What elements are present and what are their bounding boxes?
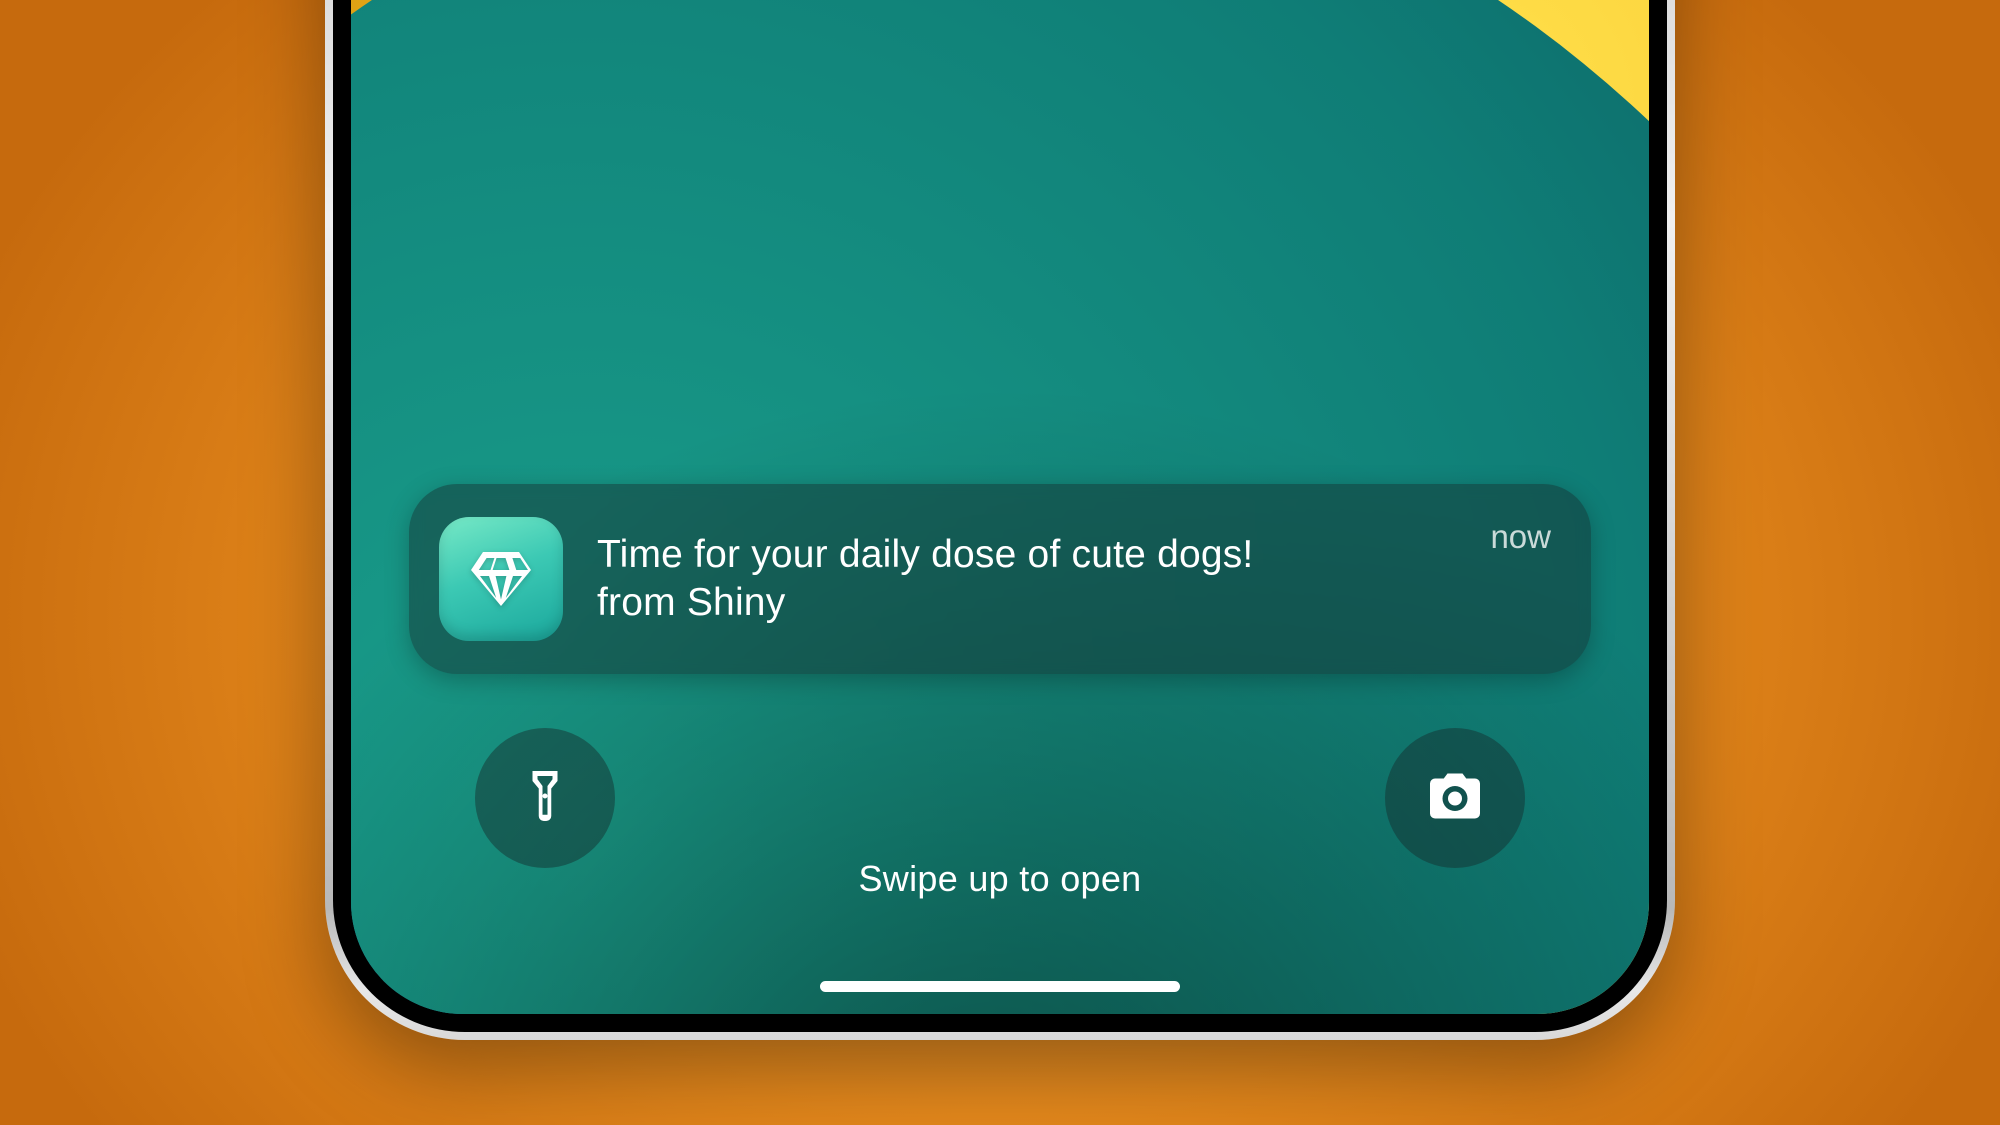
lockscreen[interactable]: Time for your daily dose of cute dogs! f…: [351, 0, 1649, 1014]
notification-title-line1: Time for your daily dose of cute dogs!: [597, 533, 1253, 576]
phone-frame-inner: Time for your daily dose of cute dogs! f…: [333, 0, 1667, 1032]
notification-title-line2: from Shiny: [597, 581, 785, 624]
flashlight-icon: [515, 766, 575, 831]
phone-frame-outer: Time for your daily dose of cute dogs! f…: [325, 0, 1675, 1040]
camera-button[interactable]: [1385, 728, 1525, 868]
notification-text: Time for your daily dose of cute dogs! f…: [597, 531, 1466, 626]
camera-icon: [1425, 766, 1485, 831]
diamond-icon: [439, 517, 563, 641]
flashlight-button[interactable]: [475, 728, 615, 868]
stage: Time for your daily dose of cute dogs! f…: [0, 0, 2000, 1125]
home-indicator[interactable]: [820, 981, 1180, 992]
notification-card[interactable]: Time for your daily dose of cute dogs! f…: [409, 484, 1591, 674]
swipe-hint: Swipe up to open: [351, 858, 1649, 900]
notification-timestamp: now: [1490, 518, 1551, 556]
